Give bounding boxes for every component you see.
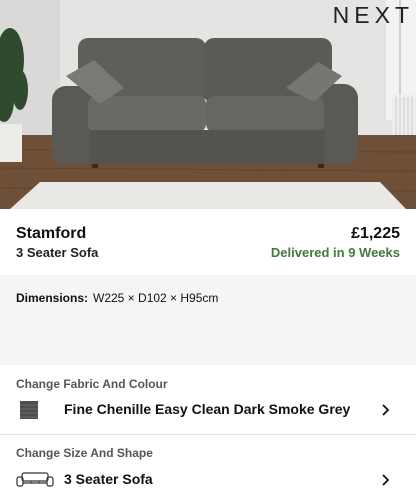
fabric-section-title: Change Fabric And Colour bbox=[16, 377, 168, 391]
chevron-right-icon bbox=[378, 402, 394, 418]
delivery-estimate: Delivered in 9 Weeks bbox=[270, 245, 400, 260]
dimensions-panel: Dimensions: W225 × D102 × H95cm bbox=[0, 275, 416, 365]
chevron-right-icon bbox=[378, 472, 394, 488]
product-subtitle: 3 Seater Sofa bbox=[16, 245, 99, 260]
fabric-option-row[interactable]: Fine Chenille Easy Clean Dark Smoke Grey bbox=[0, 392, 416, 428]
next-logo[interactable]: NEXT bbox=[333, 2, 414, 29]
product-name: Stamford bbox=[16, 225, 87, 242]
size-option-row[interactable]: 3 Seater Sofa bbox=[0, 462, 416, 498]
fabric-option-value: Fine Chenille Easy Clean Dark Smoke Grey bbox=[64, 401, 351, 417]
fabric-swatch-icon bbox=[16, 400, 42, 425]
divider bbox=[0, 434, 416, 435]
sofa-room-scene bbox=[0, 0, 416, 209]
size-section-title: Change Size And Shape bbox=[16, 446, 153, 460]
sofa-outline-icon bbox=[16, 471, 54, 494]
brand-logo-text: NEXT bbox=[332, 2, 414, 28]
dimensions-value: W225 × D102 × H95cm bbox=[93, 291, 219, 305]
product-header: Stamford 3 Seater Sofa £1,225 Delivered … bbox=[0, 209, 416, 275]
product-price: £1,225 bbox=[351, 225, 400, 242]
product-hero-image[interactable]: NEXT bbox=[0, 0, 416, 209]
dimensions-label: Dimensions: bbox=[16, 291, 89, 305]
size-option-value: 3 Seater Sofa bbox=[64, 471, 153, 487]
